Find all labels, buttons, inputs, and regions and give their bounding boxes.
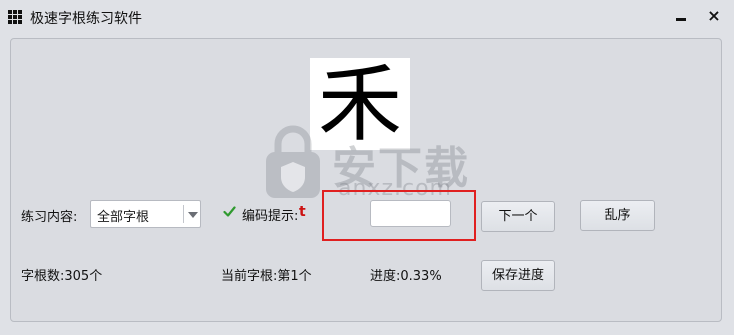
progress-text: 进度:0.33% [370, 269, 442, 284]
root-count: 字根数:305个 [21, 269, 103, 284]
hint-value: t [299, 204, 306, 220]
title-bar: 极速字根练习软件 × [0, 0, 734, 34]
chevron-down-icon[interactable] [188, 212, 198, 218]
minimize-icon[interactable] [670, 6, 692, 26]
content-select-value: 全部字根 [97, 210, 150, 225]
content-select[interactable]: 全部字根 [90, 200, 201, 228]
grid-icon [8, 10, 23, 24]
close-icon[interactable]: × [703, 6, 725, 26]
lock-shield-icon [266, 125, 320, 198]
current-root: 当前字根:第1个 [221, 269, 312, 284]
checkmark-icon[interactable] [223, 205, 236, 218]
window-title: 极速字根练习软件 [30, 11, 142, 27]
save-progress-button[interactable]: 保存进度 [481, 260, 555, 291]
shuffle-button[interactable]: 乱序 [580, 200, 655, 231]
content-label: 练习内容: [21, 210, 78, 225]
next-button[interactable]: 下一个 [481, 201, 555, 232]
hint-label: 编码提示: [242, 209, 299, 224]
combo-divider [183, 205, 184, 223]
answer-input[interactable] [370, 200, 451, 227]
